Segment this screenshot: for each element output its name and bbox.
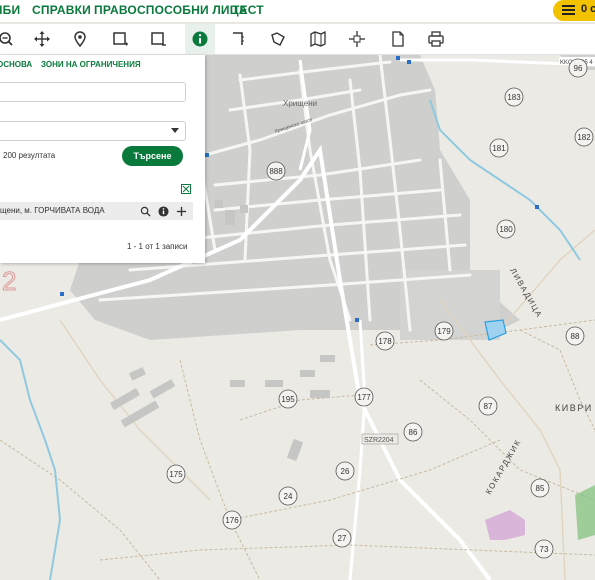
route-icon <box>271 32 285 46</box>
map-layers-icon <box>310 30 326 48</box>
cart-button[interactable]: 0 с <box>553 0 595 21</box>
block-number-96: 96 <box>574 64 583 73</box>
village-label: Хрищени <box>283 99 317 108</box>
pan-button[interactable] <box>27 24 57 54</box>
menu-hamburger-icon <box>562 5 575 7</box>
block-number-178: 178 <box>378 337 392 346</box>
cart-count: 0 с <box>581 3 595 15</box>
info-tool-button[interactable] <box>185 24 215 54</box>
location-button[interactable] <box>65 24 95 54</box>
select-rect-minus-button[interactable] <box>143 24 173 54</box>
block-number-176: 176 <box>225 516 239 525</box>
road-code: SZR2204 <box>364 437 394 444</box>
block-number-177: 177 <box>357 393 371 402</box>
print-icon <box>428 31 444 47</box>
select-rect-icon <box>113 32 128 46</box>
block-number-86: 86 <box>409 428 418 437</box>
block-number-73: 73 <box>540 545 549 554</box>
block-number-195: 195 <box>281 395 295 404</box>
menu-item-test[interactable]: ТЕСТ <box>232 3 264 17</box>
block-number-88: 88 <box>571 332 580 341</box>
result-row[interactable]: щени, м. ГОРЧИВАТА ВОДА <box>0 202 193 220</box>
zoom-to-result-button[interactable] <box>138 204 152 218</box>
print-button[interactable] <box>421 24 451 54</box>
result-limit-label: 200 резултата <box>3 151 56 160</box>
search-text-field[interactable] <box>0 82 186 102</box>
crosshair-icon <box>349 31 365 47</box>
select-rect-button[interactable] <box>105 24 135 54</box>
search-select[interactable] <box>0 121 186 141</box>
block-number-183: 183 <box>507 93 521 102</box>
info-icon <box>157 205 169 217</box>
crosshair-button[interactable] <box>342 24 372 54</box>
search-icon <box>140 206 151 217</box>
block-number-180: 180 <box>499 225 513 234</box>
pager-info: 1 - 1 от 1 записи <box>127 242 188 251</box>
block-number-888: 888 <box>269 167 283 176</box>
add-result-button[interactable] <box>174 204 188 218</box>
menu-item-licensed-persons[interactable]: ПРАВОСПОСОБНИ ЛИЦА <box>94 3 248 17</box>
block-number-182: 182 <box>577 133 591 142</box>
zoom-out-icon <box>0 32 13 46</box>
plus-icon <box>176 206 186 216</box>
block-number-87: 87 <box>484 402 493 411</box>
tab-restrictions[interactable]: ЗОНИ НА ОГРАНИЧЕНИЯ <box>41 60 141 69</box>
search-panel: ОСНОВА ЗОНИ НА ОГРАНИЧЕНИЯ 200 резултата… <box>0 55 205 263</box>
block-number-27: 27 <box>338 534 347 543</box>
result-text: щени, м. ГОРЧИВАТА ВОДА <box>0 206 105 215</box>
info-icon <box>192 31 208 47</box>
map-layers-button[interactable] <box>303 24 333 54</box>
location-pin-icon <box>74 31 86 48</box>
block-number-175: 175 <box>169 470 183 479</box>
measure-button[interactable] <box>224 24 254 54</box>
big-number-label: 2 <box>2 266 16 296</box>
document-icon <box>392 31 404 47</box>
document-button[interactable] <box>383 24 413 54</box>
search-button[interactable]: Търсене <box>122 146 183 166</box>
expand-icon[interactable] <box>181 184 191 194</box>
pan-icon <box>34 31 50 47</box>
result-info-button[interactable] <box>156 204 170 218</box>
block-number-85: 85 <box>536 484 545 493</box>
chevron-down-icon <box>171 128 179 133</box>
menu-item-reports[interactable]: СПРАВКИ <box>32 3 91 17</box>
select-rect-minus-icon <box>151 32 166 46</box>
measure-icon <box>233 32 244 45</box>
block-number-24: 24 <box>284 492 293 501</box>
locality-kivri: КИВРИ <box>555 403 593 413</box>
zoom-out-button[interactable] <box>0 24 20 54</box>
block-number-26: 26 <box>341 467 350 476</box>
block-number-181: 181 <box>492 144 506 153</box>
block-number-179: 179 <box>437 327 451 336</box>
top-menu-bar: ЛБИ СПРАВКИ ПРАВОСПОСОБНИ ЛИЦА ТЕСТ 0 с <box>0 0 595 22</box>
tab-basis[interactable]: ОСНОВА <box>0 60 32 69</box>
route-button[interactable] <box>263 24 293 54</box>
menu-item-lbi[interactable]: ЛБИ <box>0 3 20 17</box>
map-toolbar <box>0 24 595 55</box>
